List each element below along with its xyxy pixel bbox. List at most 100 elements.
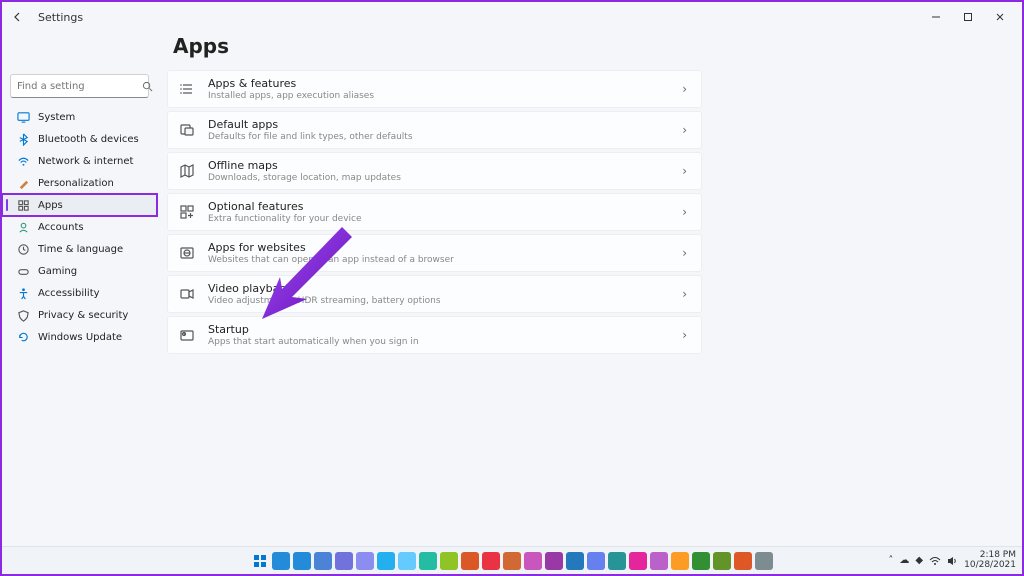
- card-title: Video playback: [208, 282, 682, 295]
- taskbar-app-icon[interactable]: [692, 552, 710, 570]
- clock-date: 10/28/2021: [964, 561, 1016, 571]
- taskbar-app-icon[interactable]: [461, 552, 479, 570]
- card-default-apps[interactable]: Default appsDefaults for file and link t…: [167, 111, 702, 149]
- taskbar-app-icon[interactable]: [566, 552, 584, 570]
- sidebar-item-accessibility[interactable]: Accessibility: [2, 282, 157, 304]
- sidebar-item-time-language[interactable]: Time & language: [2, 238, 157, 260]
- window-title: Settings: [38, 11, 83, 24]
- chevron-right-icon: ›: [682, 123, 687, 137]
- taskbar-app-icon[interactable]: [356, 552, 374, 570]
- sidebar-item-apps[interactable]: Apps: [2, 194, 157, 216]
- taskbar-center: [251, 552, 773, 570]
- tray-volume-icon[interactable]: [947, 556, 958, 566]
- titlebar: Settings: [2, 2, 1022, 32]
- cards-list: Apps & featuresInstalled apps, app execu…: [167, 70, 702, 354]
- sidebar-item-network-internet[interactable]: Network & internet: [2, 150, 157, 172]
- system-tray[interactable]: ˄ ☁ ◆ 2:18 PM 10/28/2021: [888, 551, 1016, 571]
- taskbar-app-icon[interactable]: [377, 552, 395, 570]
- card-title: Offline maps: [208, 159, 682, 172]
- card-subtitle: Extra functionality for your device: [208, 214, 682, 224]
- tray-chevron-icon[interactable]: ˄: [888, 555, 893, 566]
- sidebar: System Bluetooth & devices Network & inter…: [2, 32, 157, 546]
- taskbar-app-icon[interactable]: [608, 552, 626, 570]
- start-button[interactable]: [251, 552, 269, 570]
- taskbar-app-icon[interactable]: [419, 552, 437, 570]
- taskbar-app-icon[interactable]: [272, 552, 290, 570]
- taskbar-app-icon[interactable]: [650, 552, 668, 570]
- sidebar-item-label: Time & language: [38, 244, 123, 255]
- taskbar-app-icon[interactable]: [587, 552, 605, 570]
- sidebar-item-label: Personalization: [38, 178, 114, 189]
- sidebar-item-label: Gaming: [38, 266, 77, 277]
- taskbar[interactable]: ˄ ☁ ◆ 2:18 PM 10/28/2021: [2, 546, 1022, 574]
- window-controls: [920, 5, 1016, 29]
- search-icon: [142, 81, 153, 92]
- list-icon: [178, 80, 196, 98]
- sidebar-item-label: System: [38, 112, 75, 123]
- sidebar-item-label: Network & internet: [38, 156, 133, 167]
- sidebar-item-system[interactable]: System: [2, 106, 157, 128]
- sidebar-item-label: Accessibility: [38, 288, 100, 299]
- sidebar-item-gaming[interactable]: Gaming: [2, 260, 157, 282]
- close-button[interactable]: [984, 5, 1016, 29]
- card-subtitle: Apps that start automatically when you s…: [208, 337, 682, 347]
- sidebar-item-personalization[interactable]: Personalization: [2, 172, 157, 194]
- taskbar-app-icon[interactable]: [713, 552, 731, 570]
- content-area: Apps Apps & featuresInstalled apps, app …: [157, 32, 1022, 546]
- person-icon: [16, 220, 30, 234]
- chevron-right-icon: ›: [682, 205, 687, 219]
- taskbar-app-icon[interactable]: [503, 552, 521, 570]
- taskbar-app-icon[interactable]: [545, 552, 563, 570]
- card-offline-maps[interactable]: Offline mapsDownloads, storage location,…: [167, 152, 702, 190]
- chevron-right-icon: ›: [682, 82, 687, 96]
- nav-list: System Bluetooth & devices Network & inter…: [2, 106, 157, 348]
- taskbar-app-icon[interactable]: [629, 552, 647, 570]
- clock-icon: [16, 242, 30, 256]
- card-title: Default apps: [208, 118, 682, 131]
- sidebar-item-accounts[interactable]: Accounts: [2, 216, 157, 238]
- taskbar-app-icon[interactable]: [398, 552, 416, 570]
- taskbar-app-icon[interactable]: [671, 552, 689, 570]
- wifi-icon: [16, 154, 30, 168]
- taskbar-app-icon[interactable]: [314, 552, 332, 570]
- game-icon: [16, 264, 30, 278]
- plus-grid-icon: [178, 203, 196, 221]
- tray-onedrive-icon[interactable]: ☁: [899, 555, 909, 566]
- sidebar-item-privacy-security[interactable]: Privacy & security: [2, 304, 157, 326]
- map-icon: [178, 162, 196, 180]
- minimize-button[interactable]: [920, 5, 952, 29]
- card-subtitle: Video adjustments, HDR streaming, batter…: [208, 296, 682, 306]
- search-box[interactable]: [10, 74, 149, 98]
- taskbar-app-icon[interactable]: [335, 552, 353, 570]
- sidebar-item-bluetooth-devices[interactable]: Bluetooth & devices: [2, 128, 157, 150]
- taskbar-app-icon[interactable]: [755, 552, 773, 570]
- card-title: Optional features: [208, 200, 682, 213]
- access-icon: [16, 286, 30, 300]
- search-input[interactable]: [17, 81, 142, 92]
- maximize-button[interactable]: [952, 5, 984, 29]
- back-button[interactable]: [8, 7, 28, 27]
- card-title: Apps & features: [208, 77, 682, 90]
- chevron-right-icon: ›: [682, 328, 687, 342]
- sidebar-item-label: Privacy & security: [38, 310, 128, 321]
- brush-icon: [16, 176, 30, 190]
- taskbar-app-icon[interactable]: [734, 552, 752, 570]
- sidebar-item-windows-update[interactable]: Windows Update: [2, 326, 157, 348]
- taskbar-clock[interactable]: 2:18 PM 10/28/2021: [964, 551, 1016, 571]
- card-startup[interactable]: StartupApps that start automatically whe…: [167, 316, 702, 354]
- taskbar-app-icon[interactable]: [482, 552, 500, 570]
- taskbar-app-icon[interactable]: [440, 552, 458, 570]
- defaults-icon: [178, 121, 196, 139]
- card-apps-for-websites[interactable]: Apps for websitesWebsites that can open …: [167, 234, 702, 272]
- card-subtitle: Downloads, storage location, map updates: [208, 173, 682, 183]
- monitor-icon: [16, 110, 30, 124]
- tray-wifi-icon[interactable]: [929, 556, 941, 566]
- sidebar-item-label: Bluetooth & devices: [38, 134, 139, 145]
- tray-app-icon[interactable]: ◆: [915, 555, 923, 566]
- chevron-right-icon: ›: [682, 246, 687, 260]
- taskbar-app-icon[interactable]: [293, 552, 311, 570]
- card-video-playback[interactable]: Video playbackVideo adjustments, HDR str…: [167, 275, 702, 313]
- card-apps-features[interactable]: Apps & featuresInstalled apps, app execu…: [167, 70, 702, 108]
- taskbar-app-icon[interactable]: [524, 552, 542, 570]
- card-optional-features[interactable]: Optional featuresExtra functionality for…: [167, 193, 702, 231]
